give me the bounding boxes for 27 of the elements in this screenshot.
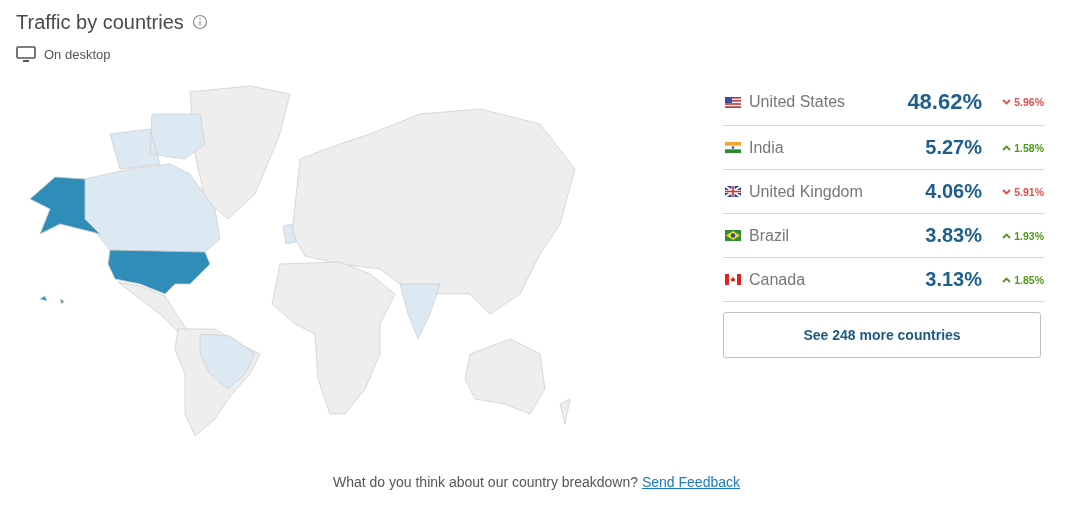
country-name: Brazil (749, 226, 790, 245)
india-flag-icon (725, 142, 741, 153)
change-value: 1.58% (1014, 141, 1044, 154)
section-title: Traffic by countries (16, 10, 184, 34)
feedback-text: What do you think about our country breakdown? Send Feedback (332, 474, 740, 490)
traffic-share: 5.27% (925, 136, 982, 159)
us-flag-icon (725, 96, 741, 108)
more-countries-button[interactable]: See 248 more countries (723, 312, 1041, 358)
traffic-share: 4.06% (925, 180, 982, 203)
country-name: India (749, 138, 785, 157)
uk-flag-icon (725, 186, 741, 197)
traffic-share: 48.62% (907, 89, 982, 115)
brazil-flag-icon (725, 230, 741, 241)
info-icon[interactable] (191, 14, 208, 30)
country-name: United Kingdom (749, 182, 864, 201)
change-value: 5.91% (1014, 185, 1044, 198)
country-name: United States (749, 93, 847, 111)
traffic-share: 3.13% (925, 268, 982, 291)
traffic-share: 3.83% (925, 224, 982, 247)
desktop-icon (16, 46, 36, 63)
device-label: On desktop (44, 47, 111, 62)
change-value: 5.96% (1014, 96, 1044, 108)
send-feedback-link[interactable]: Send Feedback (641, 474, 740, 490)
change-value: 1.85% (1014, 273, 1044, 286)
country-name: Canada (749, 270, 807, 289)
change-value: 1.93% (1014, 229, 1044, 242)
canada-flag-icon (725, 274, 741, 285)
